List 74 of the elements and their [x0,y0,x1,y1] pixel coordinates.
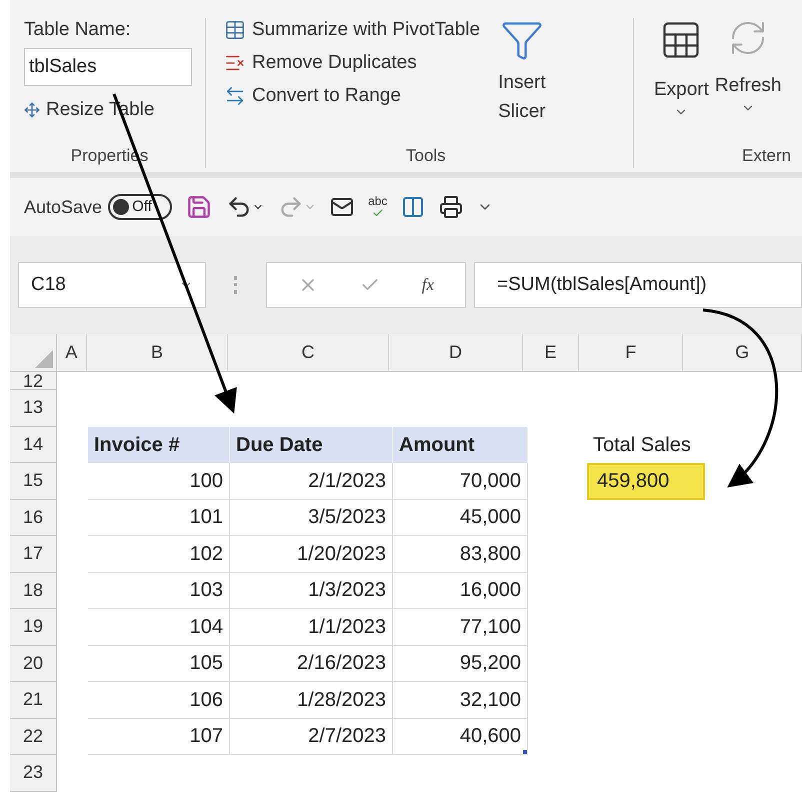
spelling-button[interactable]: abc [368,195,388,219]
ribbon-command-button[interactable]: Remove Duplicates [224,51,480,75]
resize-handle-icon[interactable] [523,750,527,754]
table-cell: 100 [88,463,230,500]
table-cell: 107 [88,718,230,755]
table-cell: 106 [88,682,230,718]
column-header[interactable]: E [522,334,580,371]
total-value-cell: 459,800 [587,463,705,500]
table-cell: 103 [88,572,230,609]
convert-icon [224,85,246,107]
table-cell: 77,100 [393,609,528,646]
table-cell: 2/1/2023 [230,463,393,500]
table-cell: 1/28/2023 [230,682,393,718]
table-cell: 101 [88,500,230,536]
table-header-cell: Amount [393,426,528,463]
row-header[interactable]: 19 [10,609,57,646]
total-label: Total Sales [592,432,692,458]
group-label: Extern [742,144,792,166]
row-header[interactable]: 13 [10,390,57,426]
table-cell: 102 [88,536,230,572]
email-icon[interactable] [330,195,354,219]
drag-handle-icon[interactable] [234,276,238,294]
table-header-cell: Invoice # [88,426,230,463]
check-icon [372,207,384,219]
row-header[interactable]: 20 [10,646,57,682]
table-cell: 16,000 [393,572,528,609]
row-header[interactable]: 17 [10,536,57,572]
save-icon[interactable] [186,194,212,220]
row-header[interactable]: 18 [10,572,57,609]
column-header[interactable]: F [579,334,684,371]
resize-icon [24,102,40,118]
table-cell: 2/7/2023 [230,718,393,755]
row-header[interactable]: 16 [10,500,57,536]
print-icon[interactable] [439,195,464,219]
column-header[interactable]: B [87,334,228,371]
column-header[interactable]: G [683,334,802,371]
table-cell: 3/5/2023 [230,500,393,536]
autosave-label: AutoSave [24,196,102,218]
table-cell: 70,000 [393,463,528,500]
table-header-cell: Due Date [230,426,393,463]
table-cell: 2/16/2023 [230,646,393,682]
table-cell: 104 [88,609,230,646]
column-header[interactable]: C [228,334,390,371]
autosave-toggle[interactable]: Off [108,194,172,220]
compare-icon[interactable] [401,195,426,219]
table-name-field[interactable]: tblSales [24,48,192,86]
table-cell: 1/1/2023 [230,609,393,646]
table-name-label: Table Name: [24,18,132,42]
row-header[interactable]: 23 [10,755,57,792]
row-header[interactable]: 21 [10,682,57,718]
table-cell: 1/20/2023 [230,536,393,572]
name-box[interactable]: C18 [18,262,206,308]
table-cell: 1/3/2023 [230,572,393,609]
ribbon-large-button[interactable]: Export [654,18,709,118]
row-header[interactable]: 22 [10,718,57,755]
table-cell: 95,200 [393,646,528,682]
ribbon-large-button[interactable]: Refresh [714,18,782,118]
table-cell: 32,100 [393,682,528,718]
column-header[interactable]: D [389,334,523,371]
row-header[interactable]: 15 [10,463,57,500]
group-label: Tools [406,144,446,166]
column-header[interactable]: A [56,334,88,371]
table-cell: 40,600 [393,718,528,755]
ribbon-command-button[interactable]: Summarize with PivotTable [224,18,480,42]
row-header[interactable]: 12 [10,372,57,390]
row-header[interactable]: 14 [10,426,57,463]
formula-field[interactable]: =SUM(tblSales[Amount]) [474,262,802,308]
ribbon-command-button[interactable]: Convert to Range [224,84,480,108]
table-cell: 105 [88,646,230,682]
pivot-table-icon [224,19,246,41]
table-cell: 83,800 [393,536,528,572]
table-cell: 45,000 [393,500,528,536]
insert-slicer-button[interactable]: Insert Slicer [498,18,546,168]
insert-function-button[interactable]: fx [422,272,434,298]
